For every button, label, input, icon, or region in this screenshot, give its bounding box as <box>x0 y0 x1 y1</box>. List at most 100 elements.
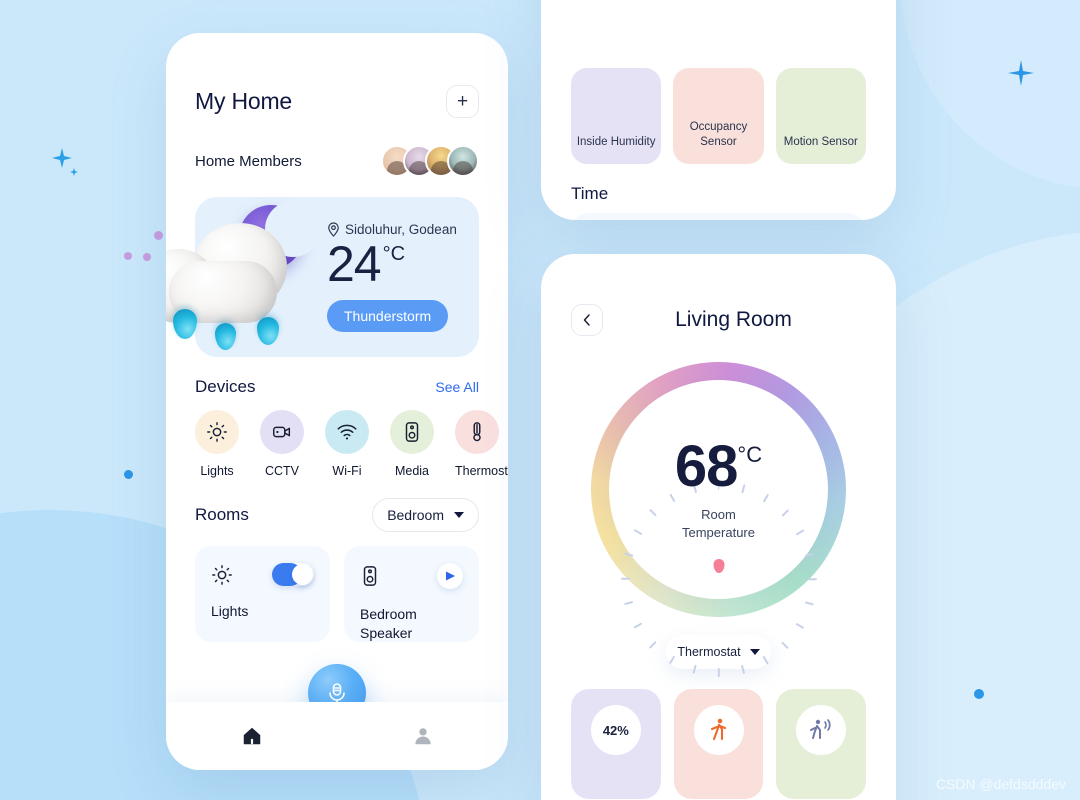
person-icon <box>414 728 431 745</box>
device-select-dropdown[interactable]: Thermostat <box>666 635 771 669</box>
dial-tick <box>780 640 789 649</box>
room-card-bedroom-speaker[interactable]: Bedroom Speaker <box>344 546 479 642</box>
weather-location-text: Sidoluhur, Godean <box>345 222 457 237</box>
home-icon <box>243 727 260 745</box>
living-room-card: Living Room 68 °C Room Temperature Therm… <box>541 254 896 800</box>
devices-section-header: Devices See All <box>195 377 479 397</box>
sun-icon <box>195 410 239 454</box>
time-section-title: Time <box>571 184 609 203</box>
weather-temperature: 24 °C <box>327 236 457 292</box>
walking-icon <box>710 718 726 741</box>
video-cam-icon <box>260 410 304 454</box>
device-label: Wi-Fi <box>332 464 362 478</box>
thermometer-icon <box>455 410 499 454</box>
living-room-sensor-list: 42% <box>541 669 896 799</box>
wifi-icon <box>325 410 369 454</box>
background-blob-topright <box>900 0 1080 190</box>
devices-list[interactable]: Lights CCTV Wi-Fi Media Thermost <box>195 410 508 478</box>
room-card-label: Lights <box>211 603 249 619</box>
humidity-value: 42% <box>590 705 641 755</box>
dial-temp-unit: °C <box>737 441 763 467</box>
temperature-dial[interactable]: 68 °C Room Temperature <box>591 362 846 677</box>
sun-icon <box>212 564 232 585</box>
rooms-title: Rooms <box>195 505 249 524</box>
decor-dot <box>974 689 984 699</box>
dial-tick <box>795 622 804 629</box>
sparkle-icon <box>1008 60 1034 86</box>
dial-temperature: 68 °C <box>674 433 763 499</box>
raindrop-icon <box>257 317 279 345</box>
devices-title: Devices <box>195 377 256 396</box>
sensor-tile-occupancy[interactable] <box>673 689 764 799</box>
bottom-navigation[interactable] <box>166 702 508 770</box>
home-header: My Home + <box>195 85 479 118</box>
add-device-button[interactable]: + <box>446 85 479 118</box>
weather-temp-value: 24 <box>327 236 382 292</box>
motion-wave-icon <box>810 719 831 739</box>
device-item-media[interactable]: Media <box>390 410 434 478</box>
device-item-lights[interactable]: Lights <box>195 410 239 478</box>
sensor-card-inside-humidity[interactable]: Inside Humidity <box>571 68 662 164</box>
home-screen-card: My Home + Home Members Sidoluhur, Godean… <box>166 33 508 770</box>
drop-icon <box>713 559 724 573</box>
chevron-down-icon <box>749 649 760 655</box>
sensor-cards-list: Inside Humidity Occupancy Sensor Motion … <box>571 68 866 164</box>
weather-condition-badge[interactable]: Thunderstorm <box>327 300 449 332</box>
plus-icon: + <box>456 91 469 112</box>
sensor-card-motion[interactable]: Motion Sensor <box>775 68 866 164</box>
speaker-play-button[interactable] <box>437 563 463 589</box>
room-card-label: Bedroom Speaker <box>360 606 417 641</box>
dial-tick <box>648 640 657 649</box>
weather-temp-unit: °C <box>382 243 406 265</box>
sensor-tile-motion[interactable] <box>776 689 867 799</box>
dial-caption-line1: Room <box>701 506 736 522</box>
room-select-value: Bedroom <box>387 507 444 523</box>
device-item-cctv[interactable]: CCTV <box>260 410 304 478</box>
decor-dot <box>124 470 133 479</box>
device-label: Lights <box>200 464 234 478</box>
room-card-lights[interactable]: Lights <box>195 546 330 642</box>
member-avatars[interactable] <box>381 145 479 177</box>
sensor-tile-humidity[interactable]: 42% <box>571 689 661 799</box>
nav-item-profile[interactable] <box>337 725 508 747</box>
weather-location: Sidoluhur, Godean <box>327 222 457 237</box>
play-icon <box>446 571 455 581</box>
sensor-label: Occupancy Sensor <box>689 121 748 149</box>
rain-cloud-moon-icon <box>166 197 321 362</box>
back-button[interactable] <box>571 304 603 336</box>
watermark: CSDN @defdsdddev <box>935 776 1066 792</box>
sensor-label: Motion Sensor <box>783 136 858 149</box>
dial-temp-value: 68 <box>674 433 739 499</box>
speaker-icon <box>390 410 434 454</box>
light-up-since-card[interactable]: Light up since 2h 18m <box>571 213 866 220</box>
dial-caption: Room Temperature <box>682 506 755 541</box>
raindrop-icon <box>173 309 197 339</box>
home-members-label: Home Members <box>195 152 302 170</box>
device-item-thermostat[interactable]: Thermostat <box>455 410 508 478</box>
room-select-dropdown[interactable]: Bedroom <box>372 498 479 532</box>
device-label: CCTV <box>264 464 300 478</box>
weather-card[interactable]: Sidoluhur, Godean 24 °C Thunderstorm <box>166 197 479 357</box>
decor-dot <box>154 231 163 240</box>
speaker-icon <box>363 566 377 586</box>
see-all-link[interactable]: See All <box>435 379 479 395</box>
sensors-time-card: Inside Humidity Occupancy Sensor Motion … <box>541 0 896 220</box>
decor-dot <box>124 252 132 260</box>
page-title: My Home <box>195 88 293 114</box>
device-item-wifi[interactable]: Wi-Fi <box>325 410 369 478</box>
sensor-card-occupancy[interactable]: Occupancy Sensor <box>673 68 764 164</box>
home-members-row[interactable]: Home Members <box>195 145 479 177</box>
sparkle-icon <box>52 148 78 176</box>
room-cards-list: Lights Bedroom Speaker <box>195 546 479 642</box>
lights-toggle[interactable] <box>272 563 314 586</box>
avatar[interactable] <box>447 145 479 177</box>
nav-item-home[interactable] <box>166 725 337 747</box>
sensor-label: Inside Humidity <box>576 136 656 149</box>
device-label: Thermostat <box>455 464 508 478</box>
living-room-header: Living Room <box>541 254 896 336</box>
chevron-down-icon <box>454 512 464 518</box>
dial-caption-line2: Temperature <box>682 524 755 540</box>
device-label: Media <box>394 464 430 478</box>
dial-tick <box>717 667 720 677</box>
dial-tick <box>633 622 642 629</box>
